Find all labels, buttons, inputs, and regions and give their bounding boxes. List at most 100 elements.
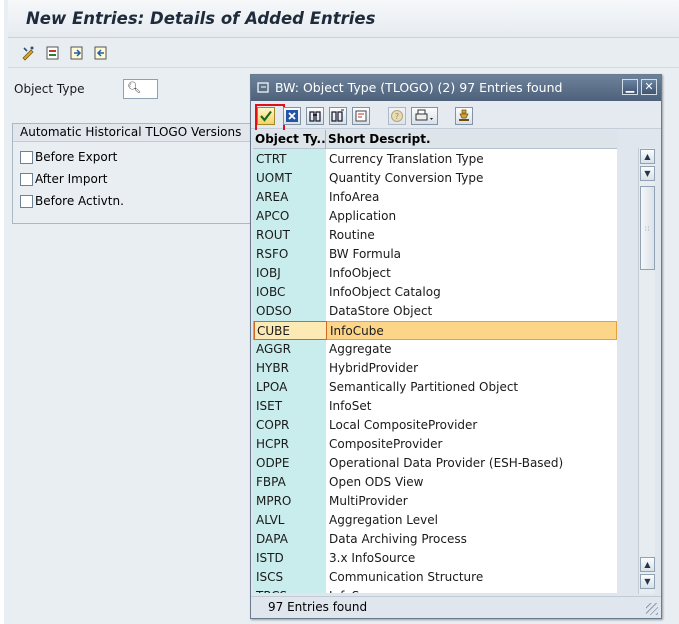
short-description-cell[interactable]: Aggregate (329, 342, 392, 356)
object-type-cell[interactable]: FBPA (256, 475, 286, 489)
object-type-cell[interactable]: ISTD (256, 551, 284, 565)
table-row[interactable]: LPOA Semantically Partitioned Object (253, 378, 617, 397)
column-header-short-description[interactable]: Short Descript. (328, 132, 431, 146)
short-description-cell[interactable]: Operational Data Provider (ESH-Based) (329, 456, 563, 470)
table-row[interactable]: ISCS Communication Structure (253, 568, 617, 587)
filter-button[interactable] (455, 107, 473, 125)
table-row[interactable]: RSFO BW Formula (253, 245, 617, 264)
short-description-cell[interactable]: Semantically Partitioned Object (329, 380, 518, 394)
short-description-cell[interactable]: InfoObject Catalog (329, 285, 441, 299)
table-row[interactable]: IOBJ InfoObject (253, 264, 617, 283)
column-header-object-type[interactable]: Object Ty... (255, 132, 325, 146)
help-button[interactable]: ? (388, 107, 406, 125)
table-row[interactable]: TRCS InfoSource (253, 587, 617, 593)
import-icon[interactable] (92, 44, 110, 62)
short-description-cell[interactable]: InfoCube (330, 324, 384, 338)
table-row[interactable]: COPR Local CompositeProvider (253, 416, 617, 435)
checkbox[interactable] (20, 150, 33, 164)
close-icon[interactable]: ✕ (641, 79, 657, 95)
object-type-cell[interactable]: MPRO (256, 494, 291, 508)
table-row[interactable]: HYBR HybridProvider (253, 359, 617, 378)
short-description-cell[interactable]: 3.x InfoSource (329, 551, 415, 565)
table-row[interactable]: CUBE InfoCube (253, 321, 617, 340)
object-type-cell[interactable]: AREA (256, 190, 288, 204)
edit-glasses-icon[interactable] (20, 44, 38, 62)
object-type-cell[interactable]: HYBR (256, 361, 289, 375)
object-type-cell[interactable]: IOBJ (256, 266, 281, 280)
scroll-down-icon[interactable]: ▼ (640, 574, 655, 589)
table-row[interactable]: AREA InfoArea (253, 188, 617, 207)
short-description-cell[interactable]: InfoSet (329, 399, 371, 413)
object-type-cell[interactable]: ODSO (256, 304, 292, 318)
sort-button[interactable] (352, 107, 370, 125)
table-row[interactable]: MPRO MultiProvider (253, 492, 617, 511)
table-row[interactable]: FBPA Open ODS View (253, 473, 617, 492)
continue-check-button[interactable] (255, 104, 285, 134)
export-icon[interactable] (68, 44, 86, 62)
object-type-cell[interactable]: RSFO (256, 247, 288, 261)
short-description-cell[interactable]: Communication Structure (329, 570, 483, 584)
scroll-up-page-icon[interactable]: ▲ (640, 557, 655, 572)
save-variant-icon[interactable] (44, 44, 62, 62)
object-type-cell[interactable]: DAPA (256, 532, 288, 546)
checkbox[interactable] (20, 194, 33, 208)
object-type-cell[interactable]: ROUT (256, 228, 290, 242)
short-description-cell[interactable]: HybridProvider (329, 361, 418, 375)
object-type-cell[interactable]: ISET (256, 399, 282, 413)
short-description-cell[interactable]: MultiProvider (329, 494, 408, 508)
short-description-cell[interactable]: Aggregation Level (329, 513, 438, 527)
object-type-cell[interactable]: CUBE (257, 324, 290, 338)
short-description-cell[interactable]: Data Archiving Process (329, 532, 467, 546)
vertical-scrollbar[interactable]: ▲ ▼ ∷ ▲ ▼ (638, 148, 655, 594)
table-row[interactable]: ODPE Operational Data Provider (ESH-Based… (253, 454, 617, 473)
short-description-cell[interactable]: Quantity Conversion Type (329, 171, 483, 185)
table-row[interactable]: UOMT Quantity Conversion Type (253, 169, 617, 188)
short-description-cell[interactable]: BW Formula (329, 247, 401, 261)
short-description-cell[interactable]: Routine (329, 228, 375, 242)
object-type-cell[interactable]: HCPR (256, 437, 289, 451)
table-row[interactable]: ROUT Routine (253, 226, 617, 245)
object-type-cell[interactable]: UOMT (256, 171, 292, 185)
short-description-cell[interactable]: Open ODS View (329, 475, 423, 489)
object-type-cell[interactable]: APCO (256, 209, 289, 223)
short-description-cell[interactable]: DataStore Object (329, 304, 432, 318)
short-description-cell[interactable]: CompositeProvider (329, 437, 442, 451)
scroll-up-icon[interactable]: ▲ (640, 149, 655, 164)
table-row[interactable]: ISET InfoSet (253, 397, 617, 416)
short-description-cell[interactable]: InfoArea (329, 190, 379, 204)
checkbox[interactable] (20, 172, 33, 186)
table-row[interactable]: ALVL Aggregation Level (253, 511, 617, 530)
checkbox-after-import[interactable]: After Import (20, 170, 107, 188)
object-type-cell[interactable]: ODPE (256, 456, 290, 470)
object-type-cell[interactable]: AGGR (256, 342, 291, 356)
short-description-cell[interactable]: Application (329, 209, 396, 223)
minimize-icon[interactable]: ▁ (622, 79, 638, 95)
object-type-cell[interactable]: LPOA (256, 380, 287, 394)
print-button[interactable] (411, 107, 438, 125)
short-description-cell[interactable]: Currency Translation Type (329, 152, 484, 166)
find-next-button[interactable] (329, 107, 347, 125)
table-row[interactable]: CTRT Currency Translation Type (253, 150, 617, 169)
table-row[interactable]: IOBC InfoObject Catalog (253, 283, 617, 302)
short-description-cell[interactable]: InfoSource (329, 589, 393, 593)
object-type-cell[interactable]: COPR (256, 418, 289, 432)
object-type-cell[interactable]: TRCS (256, 589, 287, 593)
table-row[interactable]: AGGR Aggregate (253, 340, 617, 359)
object-type-cell[interactable]: IOBC (256, 285, 285, 299)
column-separator[interactable] (325, 130, 326, 149)
scroll-down-page-icon[interactable]: ▼ (640, 166, 655, 181)
cancel-button[interactable] (283, 107, 301, 125)
object-type-input[interactable]: 🔍︎ (123, 79, 158, 99)
find-button[interactable] (306, 107, 324, 125)
checkbox-before-export[interactable]: Before Export (20, 148, 117, 166)
object-type-cell[interactable]: ALVL (256, 513, 284, 527)
table-row[interactable]: ODSO DataStore Object (253, 302, 617, 321)
table-row[interactable]: DAPA Data Archiving Process (253, 530, 617, 549)
resize-grip-icon[interactable] (646, 603, 658, 615)
search-help-icon[interactable]: 🔍︎ (127, 81, 141, 94)
short-description-cell[interactable]: Local CompositeProvider (329, 418, 477, 432)
table-row[interactable]: APCO Application (253, 207, 617, 226)
table-row[interactable]: HCPR CompositeProvider (253, 435, 617, 454)
object-type-cell[interactable]: CTRT (256, 152, 287, 166)
object-type-cell[interactable]: ISCS (256, 570, 283, 584)
